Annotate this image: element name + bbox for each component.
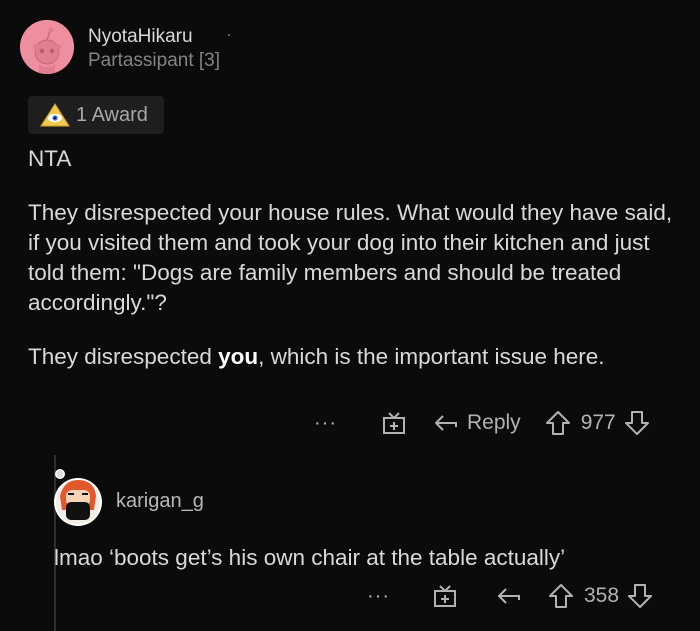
more-options-button[interactable]: ···: [314, 412, 337, 435]
snoo-avatar-icon: [20, 20, 74, 74]
give-award-button[interactable]: [381, 410, 407, 436]
reply-button[interactable]: [496, 586, 522, 606]
reply-username[interactable]: karigan_g: [116, 490, 204, 513]
gift-icon: [433, 585, 456, 607]
reply-label: Reply: [466, 411, 521, 434]
downvote-arrow-icon: [628, 584, 653, 608]
give-award-button[interactable]: [432, 583, 458, 609]
vote-score: 358: [583, 584, 620, 607]
downvote-arrow-icon: [624, 411, 649, 435]
reply-button[interactable]: Reply: [433, 411, 521, 435]
more-options-button[interactable]: ···: [367, 585, 390, 608]
comment-paragraph: They disrespected your house rules. What…: [28, 200, 673, 315]
avatar-character-icon: [54, 469, 102, 526]
upvote-arrow-icon: [548, 584, 573, 608]
reply-text: lmao ‘boots get’s his own chair at the t…: [54, 545, 566, 570]
reply-arrow-icon: [434, 415, 457, 431]
downvote-button[interactable]: [624, 410, 650, 436]
comment-username[interactable]: NyotaHikaru: [88, 26, 193, 48]
vote-score: 977: [580, 411, 616, 434]
header-separator: ·: [226, 24, 232, 44]
reply-action-bar: ··· 358: [367, 583, 653, 609]
award-badge[interactable]: 1 Award: [28, 96, 164, 134]
avatar[interactable]: [20, 20, 74, 74]
upvote-button[interactable]: [545, 410, 571, 436]
upvote-arrow-icon: [545, 411, 570, 435]
text-span: They disrespected: [28, 344, 219, 369]
reply-avatar[interactable]: [52, 466, 104, 528]
text-span: , which is the important issue here.: [258, 344, 605, 369]
comment-action-bar: ··· Reply 977: [314, 410, 650, 436]
comment-paragraph: NTA: [28, 146, 72, 171]
comment-paragraph: They disrespected you, which is the impo…: [28, 342, 678, 372]
gift-icon: [382, 412, 405, 434]
user-flair: Partassipant [3]: [88, 50, 221, 71]
award-icon: [40, 103, 70, 127]
upvote-button[interactable]: [548, 583, 574, 609]
downvote-button[interactable]: [627, 583, 653, 609]
award-label: 1 Award: [76, 103, 148, 126]
bold-text: you: [218, 344, 259, 369]
reply-arrow-icon: [497, 588, 520, 604]
